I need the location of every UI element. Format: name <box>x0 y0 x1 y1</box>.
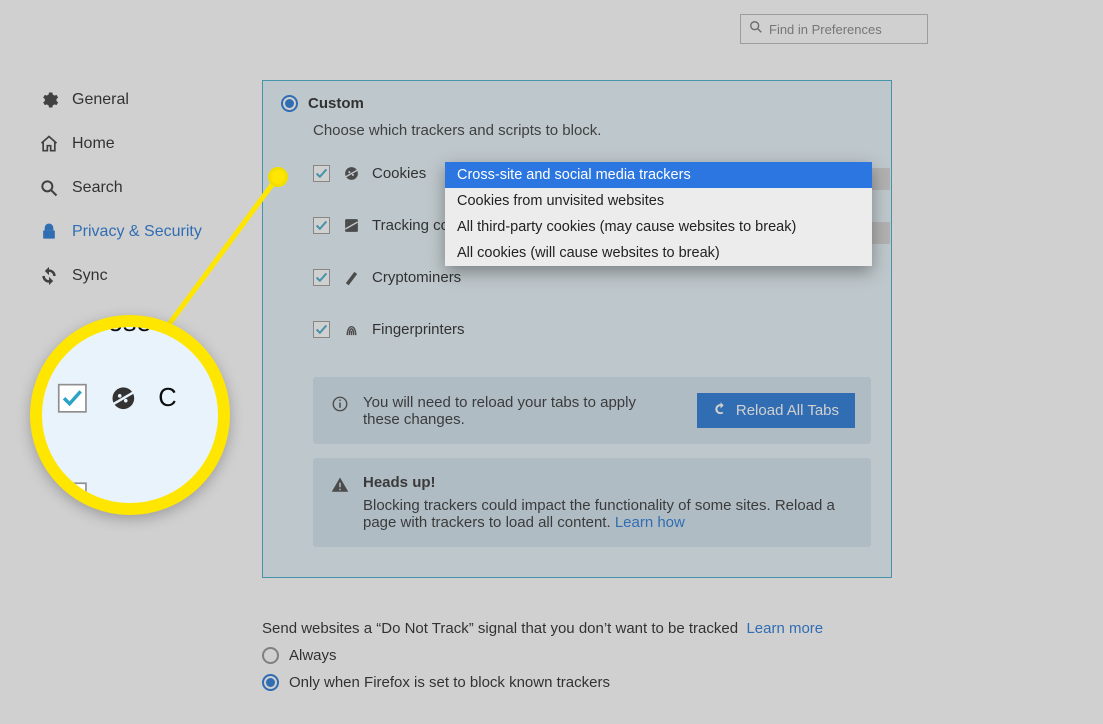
learn-how-link[interactable]: Learn how <box>615 514 685 531</box>
dnt-learn-more-link[interactable]: Learn more <box>746 620 823 637</box>
warning-icon <box>331 476 349 494</box>
dnt-always-label: Always <box>289 647 337 664</box>
checkbox-fingerprinters[interactable] <box>313 321 330 338</box>
sidebar-item-search[interactable]: Search <box>38 166 238 210</box>
custom-tracking-panel: Custom Choose which trackers and scripts… <box>262 80 892 578</box>
reload-notice-text: You will need to reload your tabs to app… <box>363 394 663 428</box>
dropdown-item-cross-site[interactable]: Cross-site and social media trackers <box>445 162 872 188</box>
zoom-cookies-label: C <box>158 383 176 412</box>
radio-dnt-known-trackers[interactable] <box>262 674 279 691</box>
tracking-icon <box>342 216 360 234</box>
dnt-section: Send websites a “Do Not Track” signal th… <box>262 620 922 691</box>
sidebar-item-general[interactable]: General <box>38 78 238 122</box>
dnt-known-label: Only when Firefox is set to block known … <box>289 674 610 691</box>
headsup-title: Heads up! <box>363 474 853 491</box>
sidebar-item-home[interactable]: Home <box>38 122 238 166</box>
annotation-dot <box>268 167 288 187</box>
option-label: Fingerprinters <box>372 321 465 338</box>
cryptominers-icon <box>342 268 360 286</box>
reload-tabs-button[interactable]: Reload All Tabs <box>697 393 855 428</box>
sidebar-item-sync[interactable]: Sync <box>38 254 238 298</box>
dropdown-item-third-party[interactable]: All third-party cookies (may cause websi… <box>445 214 872 240</box>
pref-search-box[interactable] <box>740 14 928 44</box>
dropdown-item-unvisited[interactable]: Cookies from unvisited websites <box>445 188 872 214</box>
info-icon <box>331 395 349 413</box>
option-label: Cookies <box>372 165 426 182</box>
zoom-checkbox-cookies <box>58 383 87 412</box>
option-label: Cryptominers <box>372 269 461 286</box>
search-icon <box>38 177 60 199</box>
cookies-dropdown: Cross-site and social media trackers Coo… <box>445 162 872 266</box>
reload-button-label: Reload All Tabs <box>736 402 839 419</box>
sidebar-item-label: Home <box>72 135 115 153</box>
dnt-text: Send websites a “Do Not Track” signal th… <box>262 620 738 637</box>
checkbox-cryptominers[interactable] <box>313 269 330 286</box>
custom-desc: Choose which trackers and scripts to blo… <box>313 122 873 139</box>
reload-icon <box>713 401 728 420</box>
cookies-icon <box>342 164 360 182</box>
radio-dnt-always[interactable] <box>262 647 279 664</box>
custom-label: Custom <box>308 95 364 112</box>
gear-icon <box>38 89 60 111</box>
annotation-zoom-circle: Choose C <box>30 315 230 515</box>
settings-sidebar: General Home Search Privacy & Security S… <box>38 78 238 298</box>
sync-icon <box>38 265 60 287</box>
fingerprinters-icon <box>342 320 360 338</box>
sidebar-item-label: Search <box>72 179 123 197</box>
radio-custom[interactable] <box>281 95 298 112</box>
zoom-cookies-icon <box>107 382 138 413</box>
search-icon <box>749 20 763 38</box>
option-fingerprinters: Fingerprinters <box>313 311 873 347</box>
checkbox-tracking-content[interactable] <box>313 217 330 234</box>
checkbox-cookies[interactable] <box>313 165 330 182</box>
lock-icon <box>38 221 60 243</box>
reload-notice: You will need to reload your tabs to app… <box>313 377 871 444</box>
sidebar-item-label: General <box>72 91 129 109</box>
home-icon <box>38 133 60 155</box>
headsup-text: Blocking trackers could impact the funct… <box>363 497 835 531</box>
headsup-notice: Heads up! Blocking trackers could impact… <box>313 458 871 547</box>
sidebar-item-label: Privacy & Security <box>72 223 202 241</box>
sidebar-item-label: Sync <box>72 267 108 285</box>
dropdown-item-all-cookies[interactable]: All cookies (will cause websites to brea… <box>445 240 872 266</box>
pref-search-input[interactable] <box>769 22 945 37</box>
sidebar-item-privacy-security[interactable]: Privacy & Security <box>38 210 238 254</box>
